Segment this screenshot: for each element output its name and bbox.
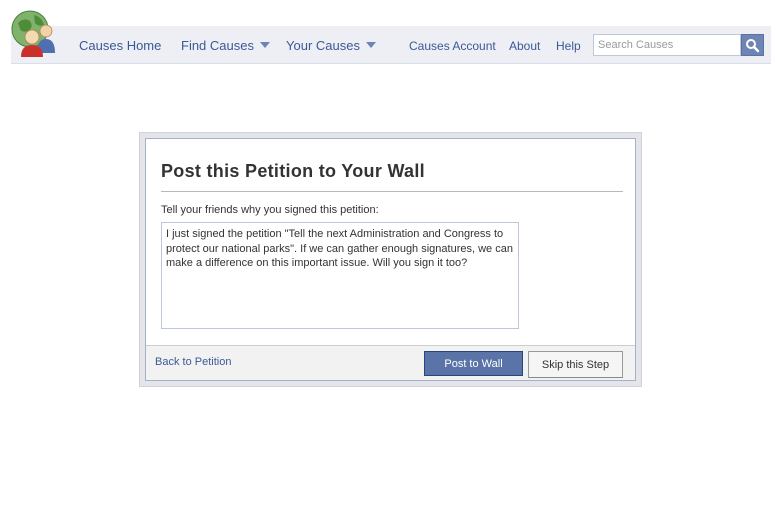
dialog-title: Post this Petition to Your Wall <box>161 161 425 181</box>
back-to-petition-link[interactable]: Back to Petition <box>155 356 231 368</box>
nav-causes-account[interactable]: Causes Account <box>409 39 496 53</box>
nav-your-causes[interactable]: Your Causes <box>286 38 376 53</box>
wall-message-textarea[interactable]: I just signed the petition "Tell the nex… <box>161 222 519 329</box>
nav-causes-home[interactable]: Causes Home <box>79 38 161 53</box>
petition-dialog-frame: Post this Petition to Your Wall Tell you… <box>139 132 642 387</box>
nav-help[interactable]: Help <box>556 39 581 53</box>
nav-find-causes-label: Find Causes <box>181 38 254 53</box>
title-divider <box>161 191 623 192</box>
nav-find-causes[interactable]: Find Causes <box>181 38 270 53</box>
nav-about[interactable]: About <box>509 39 540 53</box>
dialog-footer: Back to Petition Post to Wall Skip this … <box>146 345 635 380</box>
chevron-down-icon <box>365 42 376 48</box>
message-prompt-label: Tell your friends why you signed this pe… <box>161 204 379 216</box>
causes-logo-icon[interactable] <box>10 9 60 59</box>
search-button[interactable] <box>741 34 764 56</box>
skip-step-button[interactable]: Skip this Step <box>528 351 623 378</box>
search-input[interactable] <box>593 34 741 56</box>
nav-your-causes-label: Your Causes <box>286 38 360 53</box>
petition-dialog: Post this Petition to Your Wall Tell you… <box>145 138 636 381</box>
chevron-down-icon <box>259 42 270 48</box>
search-icon <box>746 39 760 53</box>
post-to-wall-button[interactable]: Post to Wall <box>424 351 523 376</box>
